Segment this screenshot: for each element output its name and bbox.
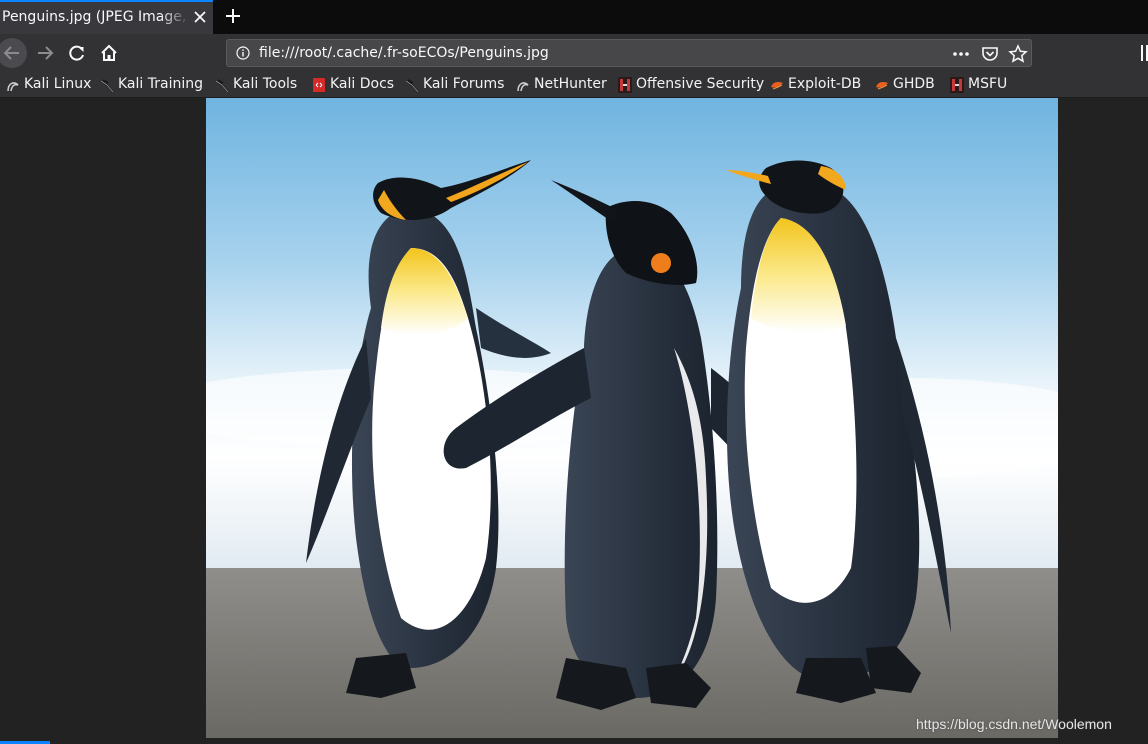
arrow-left-icon [3, 46, 19, 60]
bookmarks-toolbar: Kali Linux Kali Training Kali Tools Kali… [0, 72, 1148, 98]
penguins-illustration [206, 98, 1058, 738]
tab-penguins[interactable]: Penguins.jpg (JPEG Image, 1024 × 768 pix… [0, 0, 213, 34]
address-bar[interactable]: file:///root/.cache/.fr-soECOs/Penguins.… [226, 39, 1032, 67]
kali-dragon-icon [7, 82, 19, 92]
content-area [0, 98, 1148, 744]
kali-dragon-icon [215, 79, 229, 93]
pocket-icon[interactable] [981, 45, 999, 63]
bookmark-label: Kali Forums [423, 76, 505, 92]
penguins-image[interactable] [206, 98, 1058, 738]
bookmark-label: NetHunter [534, 76, 607, 92]
arrow-right-icon [38, 46, 54, 60]
bookmark-label: Exploit-DB [788, 76, 862, 92]
exploit-db-icon [771, 82, 783, 90]
kali-dragon-icon [100, 79, 114, 93]
kali-dragon-icon [517, 82, 529, 92]
url-text[interactable]: file:///root/.cache/.fr-soECOs/Penguins.… [259, 45, 549, 61]
docs-icon [313, 78, 325, 92]
new-tab-icon[interactable] [223, 6, 243, 26]
library-icon[interactable] [1140, 44, 1148, 62]
info-icon[interactable] [236, 46, 250, 60]
bookmark-label: GHDB [893, 76, 935, 92]
offsec-icon [950, 77, 964, 93]
tab-strip: Penguins.jpg (JPEG Image, 1024 × 768 pix… [0, 0, 1148, 34]
tab-title-fade [160, 2, 190, 34]
home-icon [101, 44, 117, 61]
reload-icon [69, 45, 84, 61]
navigation-toolbar: file:///root/.cache/.fr-soECOs/Penguins.… [0, 34, 1148, 72]
offsec-icon [618, 77, 632, 93]
bookmark-label: MSFU [968, 76, 1008, 92]
page-actions-icon[interactable] [951, 45, 971, 63]
bookmark-label: Kali Docs [330, 76, 395, 92]
bookmark-label: Kali Tools [233, 76, 298, 92]
back-button[interactable] [0, 38, 27, 68]
bookmark-label: Kali Training [118, 76, 203, 92]
close-icon[interactable] [191, 8, 209, 26]
bookmark-star-icon[interactable] [1008, 44, 1028, 64]
exploit-db-icon [876, 82, 888, 90]
forward-button[interactable] [30, 38, 60, 68]
home-button[interactable] [94, 38, 124, 68]
kali-dragon-icon [405, 79, 419, 93]
bookmark-label: Offensive Security [636, 76, 765, 92]
reload-button[interactable] [62, 38, 92, 68]
watermark: https://blog.csdn.net/Woolemon [916, 716, 1112, 732]
bookmark-label: Kali Linux [24, 76, 92, 92]
